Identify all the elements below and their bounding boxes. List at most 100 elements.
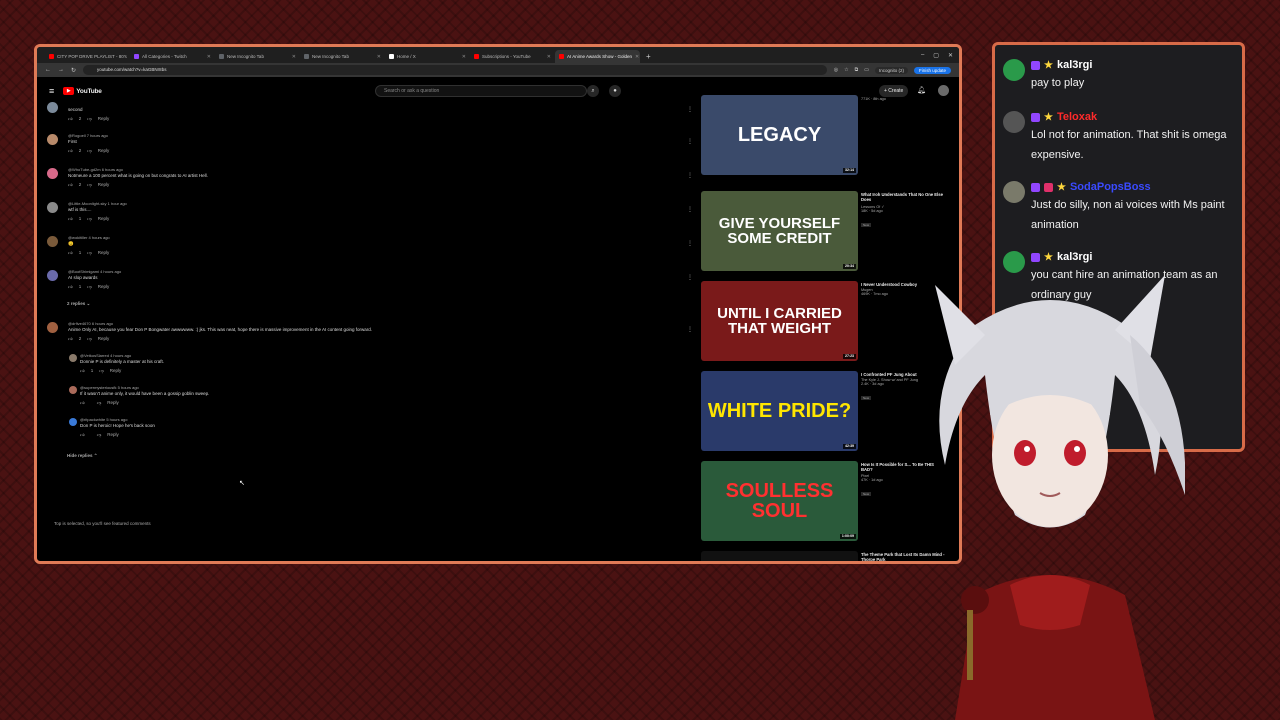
close-icon[interactable]: ✕: [547, 54, 551, 60]
account-avatar[interactable]: [938, 85, 949, 96]
dislike-icon[interactable]: 👎︎: [87, 250, 92, 256]
tab-3[interactable]: New Incognito Tab ✕: [300, 50, 385, 63]
comment-author[interactable]: @Little-Moonlight-sky 1 hour ago: [68, 201, 127, 206]
url-field[interactable]: youtube.com/watch?v=kaGBNr8bs: [83, 65, 827, 75]
like-icon[interactable]: 👍︎: [80, 368, 85, 374]
dislike-icon[interactable]: 👎︎: [87, 284, 92, 290]
comment-handle[interactable]: @WhoTube-gd2m: [68, 167, 101, 172]
youtube-logo-text[interactable]: YouTube: [76, 88, 102, 95]
reply-button[interactable]: Reply: [98, 284, 110, 290]
reply-button[interactable]: Reply: [107, 432, 119, 438]
chat-username[interactable]: kal3rgi: [1057, 59, 1092, 71]
video-thumbnail[interactable]: LEGACY 32:14: [701, 95, 858, 175]
comment-author[interactable]: @supermysteriousfk 5 hours ago: [80, 385, 139, 390]
tab-5[interactable]: Subscriptions - YouTube ✕: [470, 50, 555, 63]
commenter-avatar[interactable]: [47, 322, 58, 333]
dislike-icon[interactable]: 👎︎: [87, 216, 92, 222]
dislike-icon[interactable]: 👎︎: [87, 182, 92, 188]
close-icon[interactable]: ✕: [462, 54, 466, 60]
comment-handle[interactable]: @Little-Moonlight-sky: [68, 201, 107, 206]
video-thumbnail[interactable]: GIVE YOURSELF SOME CREDIT 20:34: [701, 191, 858, 271]
reply-button[interactable]: Reply: [98, 182, 110, 188]
video-title[interactable]: What Iroh Understands That No One Else D…: [861, 192, 946, 203]
comment-handle[interactable]: @supermysteriousfk: [80, 385, 117, 390]
reply-button[interactable]: Reply: [107, 400, 119, 406]
more-options-icon[interactable]: ⋮: [687, 326, 693, 333]
video-thumbnail[interactable]: UNTIL I CARRIED THAT WEIGHT 27:23: [701, 281, 858, 361]
comment-handle[interactable]: @drfive4670: [68, 321, 91, 326]
comment-author[interactable]: @Rogoell 7 hours ago: [68, 133, 108, 138]
tab-1[interactable]: All Categories - Twitch ✕: [130, 50, 215, 63]
chat-username[interactable]: SodaPopsBoss: [1070, 181, 1151, 193]
video-thumbnail[interactable]: COASTER EXORCISM: [701, 551, 858, 561]
commenter-avatar[interactable]: [69, 354, 77, 362]
comment-handle[interactable]: @wokitiller: [68, 235, 87, 240]
comment-author[interactable]: @drfive4670 6 hours ago: [68, 321, 113, 326]
commenter-avatar[interactable]: [47, 270, 58, 281]
menu-icon[interactable]: ≡: [49, 86, 54, 96]
video-thumbnail[interactable]: SOULLESS SOUL 1:00:09: [701, 461, 858, 541]
comment-author[interactable]: @wokitiller 4 hours ago: [68, 235, 110, 240]
dislike-icon[interactable]: 👎︎: [87, 336, 92, 342]
maximize-icon[interactable]: ▢: [933, 52, 939, 59]
more-options-icon[interactable]: ⋮: [687, 274, 693, 281]
close-window-icon[interactable]: ✕: [948, 52, 953, 59]
comment-author[interactable]: @WhoTube-gd2m 6 hours ago: [68, 167, 123, 172]
youtube-logo-icon[interactable]: ▶: [63, 87, 75, 95]
more-options-icon[interactable]: ⋮: [687, 206, 693, 213]
like-icon[interactable]: 👍︎: [68, 216, 73, 222]
commenter-avatar[interactable]: [69, 386, 77, 394]
comment-handle[interactable]: @ritpackwhite: [80, 417, 105, 422]
hide-replies-button[interactable]: Hide replies ⌃: [67, 453, 98, 459]
notifications-bell-icon[interactable]: 🔔︎: [917, 86, 926, 94]
finish-update-button[interactable]: Finish update: [913, 66, 951, 74]
forward-icon[interactable]: →: [58, 67, 64, 73]
like-icon[interactable]: 👍︎: [80, 432, 85, 438]
tab-2[interactable]: New Incognito Tab ✕: [215, 50, 300, 63]
close-icon[interactable]: ✕: [292, 54, 296, 60]
reply-button[interactable]: Reply: [98, 148, 110, 154]
reply-button[interactable]: Reply: [98, 336, 110, 342]
commenter-avatar[interactable]: [47, 102, 58, 113]
reply-button[interactable]: Reply: [110, 368, 122, 374]
comment-author[interactable]: @ritpackwhite 5 hours ago: [80, 417, 127, 422]
more-options-icon[interactable]: ⋮: [687, 138, 693, 145]
tab-0[interactable]: CITY POP DRIVE PLAYLIST - 80's✕: [45, 50, 130, 63]
chat-username[interactable]: Teloxak: [1057, 111, 1097, 123]
like-icon[interactable]: 👍︎: [80, 400, 85, 406]
comment-author[interactable]: @VetkosSlarred 4 hours ago: [80, 353, 131, 358]
like-icon[interactable]: 👍︎: [68, 284, 73, 290]
commenter-avatar[interactable]: [69, 418, 77, 426]
close-icon[interactable]: ✕: [207, 54, 211, 60]
commenter-avatar[interactable]: [47, 202, 58, 213]
more-options-icon[interactable]: ⋮: [687, 240, 693, 247]
extensions-icon[interactable]: ⧉: [855, 67, 859, 73]
like-icon[interactable]: 👍︎: [68, 336, 73, 342]
comment-author[interactable]: @BootShimigami 4 hours ago: [68, 269, 121, 274]
lens-icon[interactable]: ◎: [834, 67, 838, 73]
microphone-icon[interactable]: ●: [609, 85, 621, 97]
minimize-icon[interactable]: –: [921, 52, 924, 59]
replies-toggle[interactable]: 2 replies ⌄: [67, 301, 90, 307]
commenter-avatar[interactable]: [47, 236, 58, 247]
search-icon[interactable]: ⌕: [587, 85, 599, 97]
like-icon[interactable]: 👍︎: [68, 250, 73, 256]
dislike-icon[interactable]: 👎︎: [97, 432, 102, 438]
commenter-avatar[interactable]: [47, 134, 58, 145]
dislike-icon[interactable]: 👎︎: [97, 400, 102, 406]
dislike-icon[interactable]: 👎︎: [87, 148, 92, 154]
reload-icon[interactable]: ↻: [71, 67, 76, 74]
new-tab-button[interactable]: +: [640, 52, 657, 63]
dislike-icon[interactable]: 👎︎: [87, 116, 92, 122]
comment-handle[interactable]: @Rogoell: [68, 133, 86, 138]
chat-username[interactable]: kal3rgi: [1057, 251, 1092, 263]
like-icon[interactable]: 👍︎: [68, 116, 73, 122]
search-input[interactable]: Search or ask a question: [375, 85, 587, 97]
reply-button[interactable]: Reply: [98, 216, 110, 222]
reply-button[interactable]: Reply: [98, 116, 110, 122]
incognito-indicator[interactable]: Incognito (2): [874, 66, 908, 74]
like-icon[interactable]: 👍︎: [68, 148, 73, 154]
comment-handle[interactable]: @VetkosSlarred: [80, 353, 109, 358]
close-icon[interactable]: ✕: [377, 54, 381, 60]
like-icon[interactable]: 👍︎: [68, 182, 73, 188]
